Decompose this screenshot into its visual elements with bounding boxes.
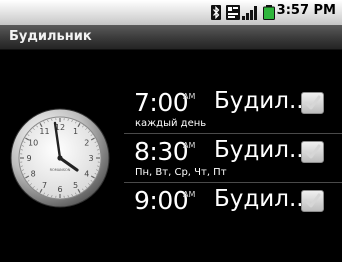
- clock-numeral: 4: [84, 170, 89, 179]
- sim-icon: [226, 5, 240, 20]
- analog-clock[interactable]: 12 1234567891011 ROMANSON: [10, 108, 110, 208]
- app-title: Будильник: [9, 29, 92, 44]
- clock-numeral: 6: [57, 185, 62, 194]
- clock-numeral: 1: [73, 127, 78, 136]
- status-time: 3:57 PM: [276, 3, 336, 18]
- clock-numeral: 7: [42, 181, 47, 190]
- clock-numeral: 8: [31, 170, 36, 179]
- alarm-ampm: AM: [183, 141, 196, 150]
- alarm-ampm: AM: [183, 92, 196, 101]
- clock-numeral: 3: [88, 154, 93, 163]
- alarm-toggle-checkbox[interactable]: [301, 141, 324, 163]
- alarm-toggle-checkbox[interactable]: [301, 92, 324, 114]
- clock-numeral: 9: [26, 154, 31, 163]
- alarm-row-3[interactable]: 9:00 AM Будил...: [120, 183, 342, 247]
- alarm-days: каждый день: [135, 118, 207, 129]
- alarm-time: 7:00: [134, 88, 189, 117]
- signal-icon: [242, 6, 257, 20]
- checkmark-icon: [304, 95, 321, 110]
- alarm-ampm: AM: [183, 190, 196, 199]
- alarm-toggle-checkbox[interactable]: [301, 190, 324, 212]
- checkmark-icon: [304, 193, 321, 208]
- alarm-label: Будил...: [214, 186, 311, 212]
- alarm-time: 9:00: [134, 186, 189, 215]
- checkmark-icon: [304, 144, 321, 159]
- clock-brand: ROMANSON: [50, 168, 71, 172]
- alarm-days: Пн, Вт, Ср, Чт, Пт: [135, 167, 227, 178]
- status-bar: 3:57 PM: [0, 0, 342, 25]
- clock-numeral: 11: [39, 127, 49, 136]
- alarm-label: Будил...: [214, 137, 311, 163]
- alarm-time: 8:30: [134, 137, 189, 166]
- battery-icon: [263, 5, 275, 20]
- clock-numeral: 2: [84, 139, 89, 148]
- alarm-label: Будил...: [214, 88, 311, 114]
- bluetooth-icon: [211, 5, 221, 20]
- clock-numeral: 5: [73, 181, 78, 190]
- title-bar: Будильник: [0, 25, 342, 50]
- clock-numeral: 10: [28, 139, 38, 148]
